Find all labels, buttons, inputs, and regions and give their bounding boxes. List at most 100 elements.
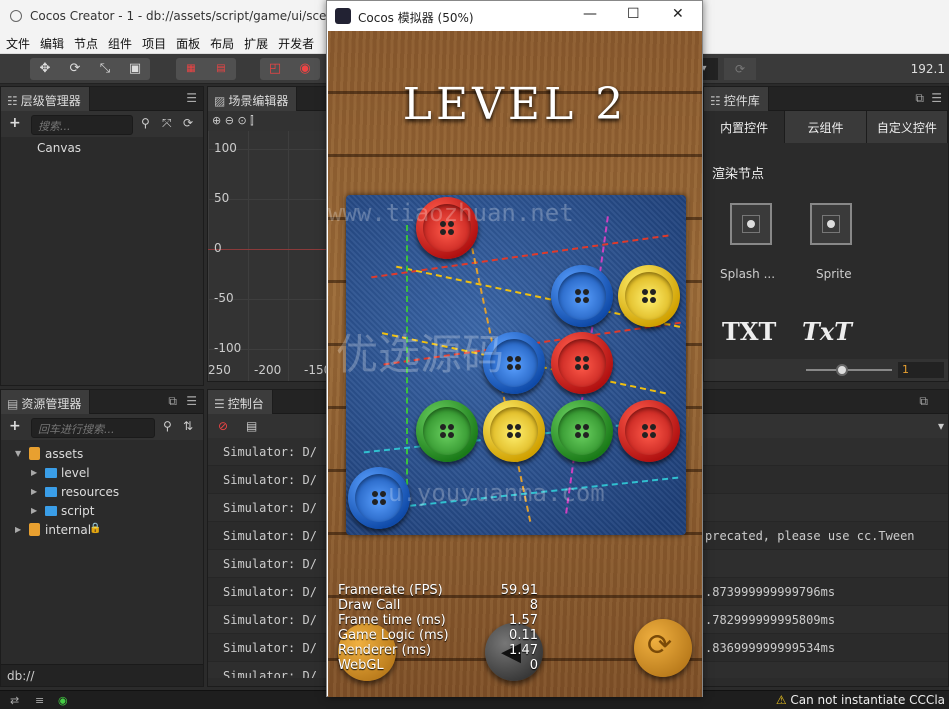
pivot-icon[interactable]: ▦	[176, 58, 206, 80]
collapsed-arrow-icon[interactable]: ▶	[15, 525, 21, 534]
label-text-icon[interactable]: TXT	[722, 317, 776, 346]
grid-line	[208, 249, 326, 250]
richtext-icon[interactable]: TxT	[802, 317, 852, 346]
hierarchy-panel: ☷ 层级管理器 ☰ + 搜索... ⚲ ⤧ ⟳ Canvas	[0, 86, 204, 386]
database-icon[interactable]: ≡	[35, 694, 44, 707]
button-rim	[422, 406, 471, 455]
menu-item[interactable]: 组件	[108, 32, 138, 52]
collapsed-arrow-icon[interactable]: ▶	[31, 487, 37, 496]
button-hole	[642, 423, 648, 430]
asset-tree-item[interactable]: ▶ resources	[1, 484, 201, 503]
collapsed-arrow-icon[interactable]: ▶	[31, 506, 37, 515]
stat-label: Draw Call	[338, 598, 401, 613]
maximize-icon[interactable]: ☐	[627, 6, 640, 22]
maximize-icon[interactable]: ⧉	[168, 394, 177, 409]
rotate-tool-icon[interactable]: ⟳	[60, 58, 90, 80]
scene-viewport[interactable]: 100 50 0 -50 -100 250 -200 -150	[208, 131, 331, 381]
red-button-piece[interactable]	[618, 399, 680, 462]
icon-size-slider[interactable]	[806, 364, 892, 376]
rect-tool-icon[interactable]: ▣	[120, 58, 150, 80]
tab-assets[interactable]: ▤ 资源管理器	[1, 390, 91, 414]
zoom-fit-icon[interactable]: ⊙	[237, 114, 246, 127]
maximize-icon[interactable]: ⧉	[919, 394, 928, 409]
button-hole	[642, 296, 648, 303]
icon-size-input[interactable]: 1	[898, 362, 944, 378]
search-icon[interactable]: ⚲	[163, 419, 172, 433]
blue-button-piece[interactable]	[550, 264, 613, 327]
restart-button[interactable]: ⟳	[634, 619, 692, 677]
tab-controls[interactable]: ☷ 控件库	[704, 87, 769, 111]
asset-tree-item[interactable]: ▼ assets	[1, 446, 201, 465]
zoom-in-icon[interactable]: ⊕	[212, 114, 221, 127]
controls-tabs: 内置控件 云组件 自定义控件	[704, 111, 948, 143]
grid-line	[248, 131, 249, 381]
button-hole	[439, 229, 446, 235]
sync-icon[interactable]: ⇄	[10, 694, 19, 707]
clear-icon[interactable]: ⊘	[218, 419, 228, 433]
sort-icon[interactable]: ⇅	[183, 419, 193, 433]
button-hole	[574, 431, 581, 438]
tab-hierarchy[interactable]: ☷ 层级管理器	[1, 87, 90, 111]
menu-item[interactable]: 布局	[210, 32, 240, 52]
stat-label: Framerate (FPS)	[338, 583, 443, 598]
green-button-piece[interactable]	[415, 399, 478, 462]
asset-tree-item[interactable]: ▶ script	[1, 503, 201, 522]
add-node-button[interactable]: +	[9, 115, 21, 131]
tab-cloud[interactable]: 云组件	[785, 111, 867, 143]
log-text: Simulator: D/	[223, 501, 317, 515]
expanded-arrow-icon[interactable]: ▼	[15, 449, 21, 458]
node-canvas[interactable]: Canvas	[37, 141, 81, 155]
local-icon[interactable]: ▤	[206, 58, 236, 80]
menu-item[interactable]: 面板	[176, 32, 206, 52]
collapse-icon[interactable]: ⤧	[162, 116, 172, 131]
controls-icon: ☷	[710, 94, 721, 108]
sprite-icon[interactable]	[810, 203, 852, 245]
red-button-piece[interactable]	[550, 332, 613, 394]
tab-scene[interactable]: ▨ 场景编辑器	[208, 87, 298, 111]
collapsed-arrow-icon[interactable]: ▶	[31, 468, 37, 477]
menu-item[interactable]: 开发者	[278, 32, 320, 52]
assets-search-input[interactable]: 回车进行搜索...	[31, 418, 155, 438]
green-button-piece[interactable]	[550, 399, 613, 462]
status-warning[interactable]: ⚠ Can not instantiate CCCla	[776, 693, 945, 707]
open-log-icon[interactable]: ▤	[246, 419, 257, 433]
log-text-tail: .873999999999796ms	[705, 585, 836, 599]
refresh-icon[interactable]: ⟳	[183, 116, 193, 130]
asset-tree-item[interactable]: ▶ internal 🔒	[1, 522, 201, 541]
tab-hierarchy-label: 层级管理器	[20, 94, 81, 108]
splash-icon[interactable]	[730, 203, 772, 245]
preview-icon[interactable]: ◰	[260, 58, 290, 80]
align-icon[interactable]: ⫿	[250, 114, 254, 127]
tab-console[interactable]: ☰ 控制台	[208, 390, 273, 414]
slider-handle[interactable]	[836, 364, 849, 376]
maximize-icon[interactable]: ⧉	[915, 91, 924, 106]
yellow-button-piece[interactable]	[618, 264, 680, 327]
menu-item[interactable]: 编辑	[40, 32, 70, 52]
panel-menu-icon[interactable]: ☰	[186, 91, 197, 105]
asset-tree-item[interactable]: ▶ level	[1, 465, 201, 484]
search-icon[interactable]: ⚲	[141, 116, 150, 130]
menu-item[interactable]: 项目	[142, 32, 172, 52]
hierarchy-search-input[interactable]: 搜索...	[31, 115, 133, 135]
add-asset-button[interactable]: +	[9, 418, 21, 434]
panel-menu-icon[interactable]: ☰	[931, 91, 942, 105]
zoom-out-icon[interactable]: ⊖	[225, 114, 234, 127]
game-viewport[interactable]: LEVEL 2 www.tiaozhuan.net 优选源码 u.youyuan…	[328, 31, 702, 697]
menu-item[interactable]: 扩展	[244, 32, 274, 52]
tab-builtin[interactable]: 内置控件	[704, 111, 786, 143]
tab-custom[interactable]: 自定义控件	[866, 111, 948, 143]
button-hole	[447, 229, 454, 235]
menu-item[interactable]: 节点	[74, 32, 104, 52]
stat-row: Framerate (FPS) 59.91	[338, 583, 538, 598]
minimize-icon[interactable]: —	[583, 6, 597, 22]
button-rim	[625, 271, 673, 320]
close-icon[interactable]: ✕	[672, 6, 684, 22]
record-icon[interactable]: ◉	[290, 58, 320, 80]
move-tool-icon[interactable]: ✥	[30, 58, 60, 80]
panel-menu-icon[interactable]: ☰	[186, 394, 197, 408]
yellow-button-piece[interactable]	[483, 399, 545, 462]
refresh-icon[interactable]: ⟳	[724, 58, 756, 80]
scale-tool-icon[interactable]: ⤡	[90, 58, 120, 80]
menu-item[interactable]: 文件	[6, 32, 36, 52]
filter-dropdown-icon[interactable]: ▾	[938, 419, 944, 433]
